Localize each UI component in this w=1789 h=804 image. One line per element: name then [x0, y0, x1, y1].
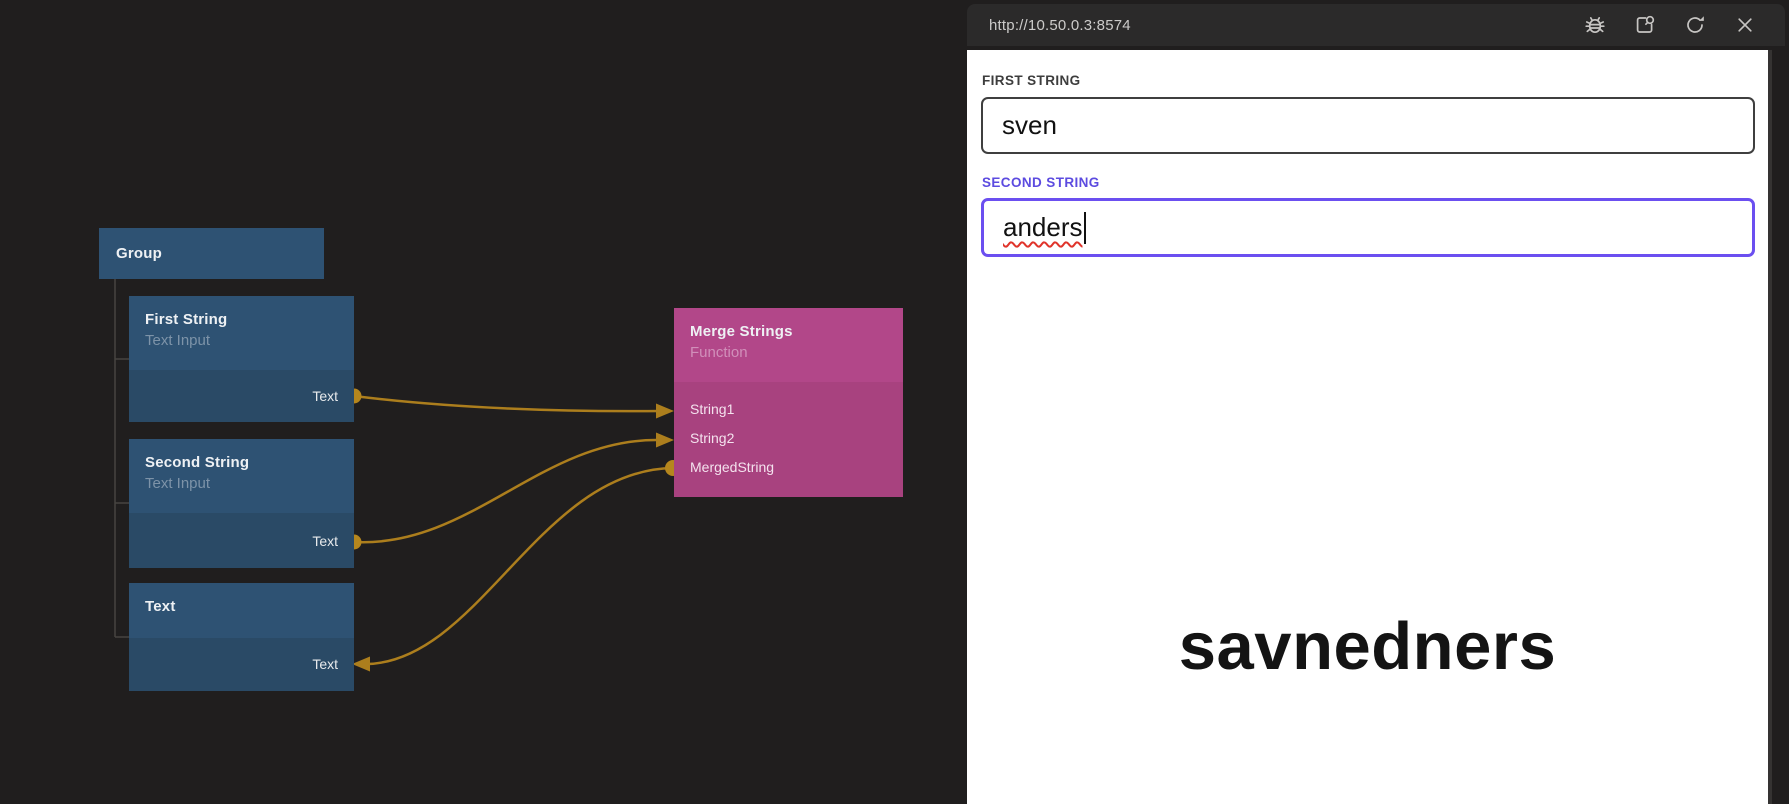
close-icon[interactable]	[1733, 13, 1757, 37]
node-title: First String	[145, 309, 338, 331]
second-string-input[interactable]: anders	[981, 198, 1755, 257]
port-mergedstring[interactable]: MergedString	[674, 453, 903, 482]
node-title: Merge Strings	[690, 321, 887, 343]
node-title: Group	[99, 228, 324, 279]
arrowhead-text-input	[352, 657, 370, 672]
preview-content: FIRST STRING sven SECOND STRING anders s…	[967, 50, 1772, 804]
port-text-input[interactable]: Text	[129, 650, 354, 679]
port-text-output[interactable]: Text	[129, 382, 354, 411]
port-text-output[interactable]: Text	[129, 527, 354, 556]
topbar-icon-group	[1583, 13, 1785, 37]
first-string-label: FIRST STRING	[982, 73, 1081, 88]
open-preview-icon[interactable]	[1633, 13, 1657, 37]
node-subtitle: Function	[690, 343, 887, 363]
node-subtitle: Text Input	[145, 474, 338, 494]
node-title: Text	[145, 596, 338, 618]
refresh-icon[interactable]	[1683, 13, 1707, 37]
node-title: Second String	[145, 452, 338, 474]
arrowhead-string1	[656, 404, 674, 419]
merged-result-text: savnedners	[967, 608, 1768, 686]
node-merge-strings[interactable]: Merge Strings Function String1 String2 M…	[674, 308, 903, 497]
bug-icon[interactable]	[1583, 13, 1607, 37]
preview-topbar: http://10.50.0.3:8574	[967, 4, 1785, 46]
wire-first-to-string1	[354, 396, 660, 411]
first-string-value: sven	[1002, 110, 1057, 141]
node-subtitle: Text Input	[145, 331, 338, 351]
wire-merged-to-text	[368, 468, 673, 664]
node-second-string[interactable]: Second String Text Input Text	[129, 439, 354, 568]
url-field[interactable]: http://10.50.0.3:8574	[967, 17, 1131, 34]
node-group[interactable]: Group	[99, 228, 324, 279]
port-string1[interactable]: String1	[674, 395, 903, 424]
second-string-label: SECOND STRING	[982, 175, 1100, 190]
node-text[interactable]: Text Text	[129, 583, 354, 691]
text-caret	[1084, 212, 1086, 244]
first-string-input[interactable]: sven	[981, 97, 1755, 154]
port-string2[interactable]: String2	[674, 424, 903, 453]
second-string-value: anders	[1003, 212, 1083, 243]
arrowhead-string2	[656, 433, 674, 448]
tree-connector-lines	[115, 279, 129, 637]
node-first-string[interactable]: First String Text Input Text	[129, 296, 354, 422]
wire-second-to-string2	[354, 440, 656, 542]
